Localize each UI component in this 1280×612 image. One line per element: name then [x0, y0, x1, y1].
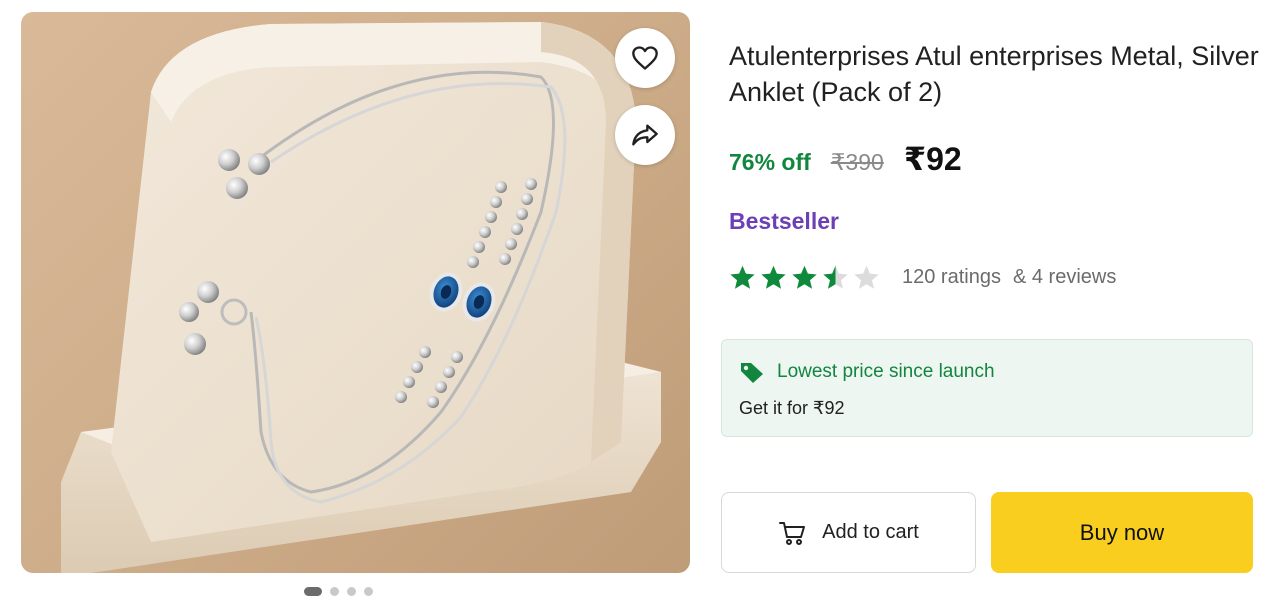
star-full-icon [730, 265, 755, 289]
gallery-dot[interactable] [304, 587, 322, 596]
original-price: ₹390 [830, 149, 884, 175]
star-full-icon [792, 265, 817, 289]
buy-now-label: Buy now [1079, 519, 1165, 545]
star-empty-icon [854, 265, 879, 289]
product-image[interactable] [21, 12, 690, 573]
gallery-dot[interactable] [330, 587, 339, 596]
product-title: Atulenterprises Atul enterprises Metal, … [729, 41, 1259, 107]
price-tag-icon [741, 363, 763, 383]
share-icon [632, 124, 658, 146]
reviews-count: & 4 reviews [1012, 266, 1117, 288]
bestseller-badge: Bestseller [729, 208, 839, 234]
gallery-pagination[interactable] [304, 587, 373, 596]
lowest-price-banner: Lowest price since launch Get it for ₹92 [721, 339, 1253, 437]
price-row: 76% off ₹390 ₹92 [729, 140, 962, 178]
buy-now-button[interactable]: Buy now [991, 492, 1253, 573]
star-rating [729, 264, 880, 291]
ratings-count: 120 ratings [902, 266, 1001, 288]
add-to-cart-button[interactable]: Add to cart [721, 492, 976, 573]
anklet-photo [61, 22, 661, 573]
discount-label: 76% off [729, 149, 811, 175]
gallery-dot[interactable] [364, 587, 373, 596]
gallery-dot[interactable] [347, 587, 356, 596]
selling-price: ₹92 [903, 141, 962, 177]
rating-row[interactable]: 120 ratings & 4 reviews [729, 264, 1116, 291]
star-half-icon [823, 265, 848, 289]
heart-icon [632, 46, 658, 70]
star-full-icon [761, 265, 786, 289]
share-button[interactable] [615, 105, 675, 165]
wishlist-button[interactable] [615, 28, 675, 88]
add-to-cart-label: Add to cart [822, 521, 919, 543]
cart-icon [779, 521, 806, 545]
offer-title: Lowest price since launch [777, 361, 995, 382]
offer-subtitle: Get it for ₹92 [739, 398, 845, 418]
